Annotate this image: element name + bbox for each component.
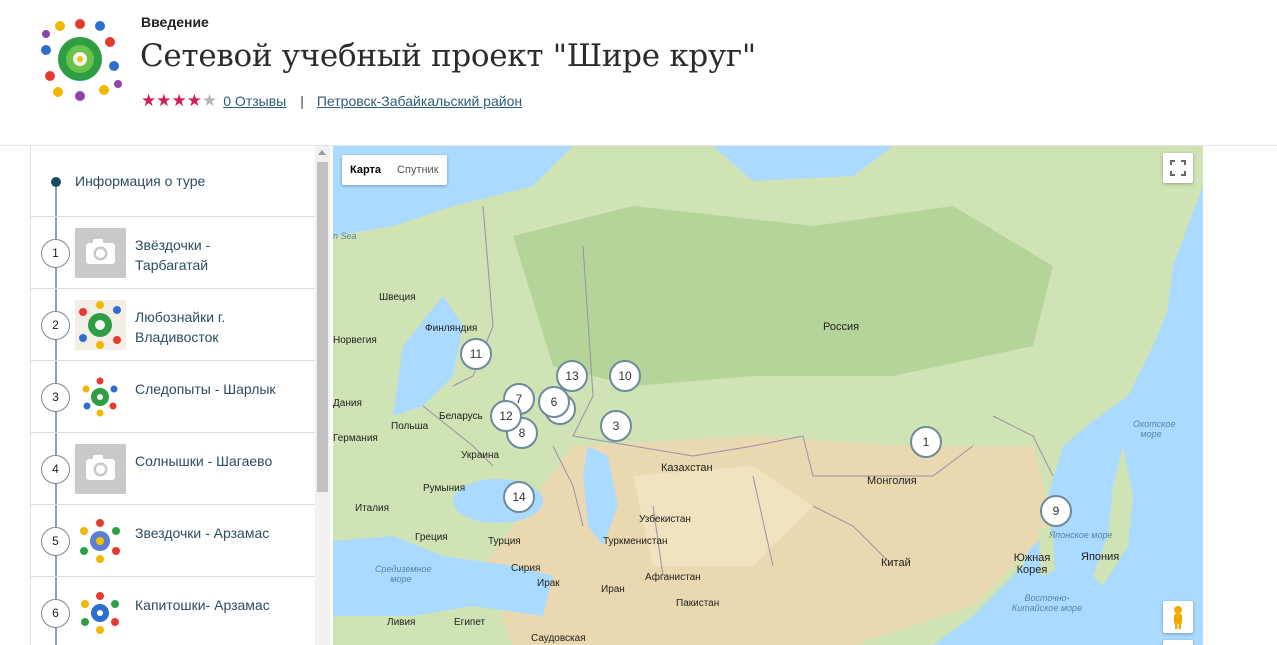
star-icon: ★ <box>186 91 202 110</box>
map-label-romania: Румыния <box>423 483 466 494</box>
meta-separator: | <box>300 92 304 109</box>
map-label-denmark: Дания <box>333 398 362 409</box>
map-marker[interactable]: 13 <box>556 360 588 392</box>
map-marker[interactable]: 10 <box>609 360 641 392</box>
stop-number: 5 <box>41 527 70 556</box>
map-marker[interactable]: 12 <box>490 400 522 432</box>
reviews-link[interactable]: 0 Отзывы <box>223 93 286 109</box>
map-marker[interactable]: 1 <box>910 426 942 458</box>
star-icon: ★ <box>156 91 172 110</box>
breadcrumb[interactable]: Введение <box>141 14 209 30</box>
map-label-saudi: Саудовская <box>531 633 586 644</box>
stop-number: 6 <box>41 599 70 628</box>
map-label-belarus: Беларусь <box>439 411 483 422</box>
tour-stop[interactable]: 5 Звездочки - Арзамас <box>31 505 316 577</box>
map-label-italy: Италия <box>355 503 390 514</box>
map-label-turkmenistan: Туркменистан <box>603 536 668 547</box>
children-circle-thumbnail <box>75 516 126 566</box>
page-header: Введение Сетевой учебный проект "Шире кр… <box>0 0 1277 146</box>
tour-info-item[interactable]: Информация о туре <box>31 146 316 217</box>
tour-map[interactable]: Карта Спутник Россия Казахстан Монголия … <box>333 146 1203 645</box>
map-label-south-korea: Южная Корея <box>1013 552 1051 576</box>
map-marker[interactable]: 11 <box>460 338 492 370</box>
tour-stop[interactable]: 6 Капитошки- Арзамас <box>31 577 316 645</box>
map-label-norway: Норвегия <box>333 335 377 346</box>
tour-info-label: Информация о туре <box>75 173 206 189</box>
map-label-uzbekistan: Узбекистан <box>639 514 691 525</box>
map-label-china: Китай <box>881 557 911 569</box>
star-icon: ★ <box>141 91 157 110</box>
map-marker[interactable]: 3 <box>600 410 632 442</box>
map-label-japan: Япония <box>1081 551 1120 563</box>
map-label-russia: Россия <box>823 321 860 333</box>
page-margin <box>1203 146 1277 645</box>
star-empty-icon: ★ <box>202 91 218 110</box>
children-circle-thumbnail <box>75 588 126 638</box>
map-label-syria: Сирия <box>511 563 541 574</box>
scroll-up-arrow-icon[interactable] <box>318 150 326 155</box>
camera-placeholder-icon <box>75 228 126 278</box>
timeline-dot <box>51 177 61 187</box>
rating-stars: ★★★★★ <box>141 92 217 109</box>
map-type-satellite-button[interactable]: Спутник <box>389 155 446 185</box>
fullscreen-icon[interactable] <box>1163 153 1193 183</box>
map-label-afghanistan: Афганистан <box>645 572 701 583</box>
map-label-sea-japan: Японское море <box>1049 530 1113 540</box>
project-logo <box>41 19 122 101</box>
tour-stop[interactable]: 4 Солнышки - Шагаево <box>31 433 316 505</box>
map-label-poland: Польша <box>391 421 429 432</box>
map-label-egypt: Египет <box>454 617 486 628</box>
tour-meta: ★★★★★ 0 Отзывы | Петровск-Забайкальский … <box>141 92 522 109</box>
star-icon: ★ <box>171 91 187 110</box>
stop-name: Любознайки г. Владивосток <box>135 309 226 345</box>
map-label-finland: Финляндия <box>425 323 478 334</box>
children-circle-thumbnail <box>75 300 126 350</box>
sidebar-scrollbar[interactable] <box>315 146 330 645</box>
map-label-pakistan: Пакистан <box>676 598 720 609</box>
map-label-sweden: Швеция <box>379 292 416 303</box>
stop-name: Звёздочки - Тарбагатай <box>135 237 211 273</box>
district-link[interactable]: Петровск-Забайкальский район <box>317 93 522 109</box>
map-marker[interactable]: 14 <box>503 481 535 513</box>
map-label-germany: Германия <box>333 433 378 444</box>
stop-name: Капитошки- Арзамас <box>135 597 270 613</box>
children-circle-thumbnail <box>75 372 126 422</box>
map-terrain <box>333 146 1203 645</box>
tour-stop[interactable]: 3 Следопыты - Шарлык <box>31 361 316 433</box>
tour-stop[interactable]: 2 Любознайки г. Владивосток <box>31 289 316 361</box>
map-label-iran: Иран <box>601 584 625 595</box>
map-label-ukraine: Украина <box>461 450 500 461</box>
stop-number: 4 <box>41 455 70 484</box>
map-label-sea-north: n Sea <box>333 231 357 241</box>
stop-number: 2 <box>41 311 70 340</box>
map-label-turkey: Турция <box>488 536 521 547</box>
zoom-control[interactable] <box>1163 640 1193 645</box>
scroll-thumb[interactable] <box>317 162 328 492</box>
map-marker[interactable]: 9 <box>1040 495 1072 527</box>
map-type-map-button[interactable]: Карта <box>342 155 389 185</box>
stop-number: 1 <box>41 239 70 268</box>
tour-sidebar: Информация о туре 1 Звёздочки - Тарбагат… <box>30 146 330 645</box>
tour-stop[interactable]: 1 Звёздочки - Тарбагатай <box>31 217 316 289</box>
map-label-mongolia: Монголия <box>867 475 917 487</box>
map-label-iraq: Ирак <box>537 578 560 589</box>
map-label-libya: Ливия <box>387 617 416 628</box>
stop-name: Звездочки - Арзамас <box>135 525 270 541</box>
street-view-pegman-icon[interactable] <box>1163 601 1193 633</box>
stop-number: 3 <box>41 383 70 412</box>
camera-placeholder-icon <box>75 444 126 494</box>
map-type-control: Карта Спутник <box>342 155 447 185</box>
map-label-sea-mediterranean: Средиземное море <box>375 564 432 584</box>
map-label-sea-east-china: Восточно-Китайское море <box>1011 593 1083 613</box>
stop-name: Следопыты - Шарлык <box>135 381 276 397</box>
stop-name: Солнышки - Шагаево <box>135 453 273 469</box>
map-label-sea-okhotsk: Охотское море <box>1133 419 1176 439</box>
map-label-greece: Греция <box>415 532 448 543</box>
map-label-kazakhstan: Казахстан <box>661 462 713 474</box>
page-title: Сетевой учебный проект "Шире круг" <box>140 38 756 74</box>
